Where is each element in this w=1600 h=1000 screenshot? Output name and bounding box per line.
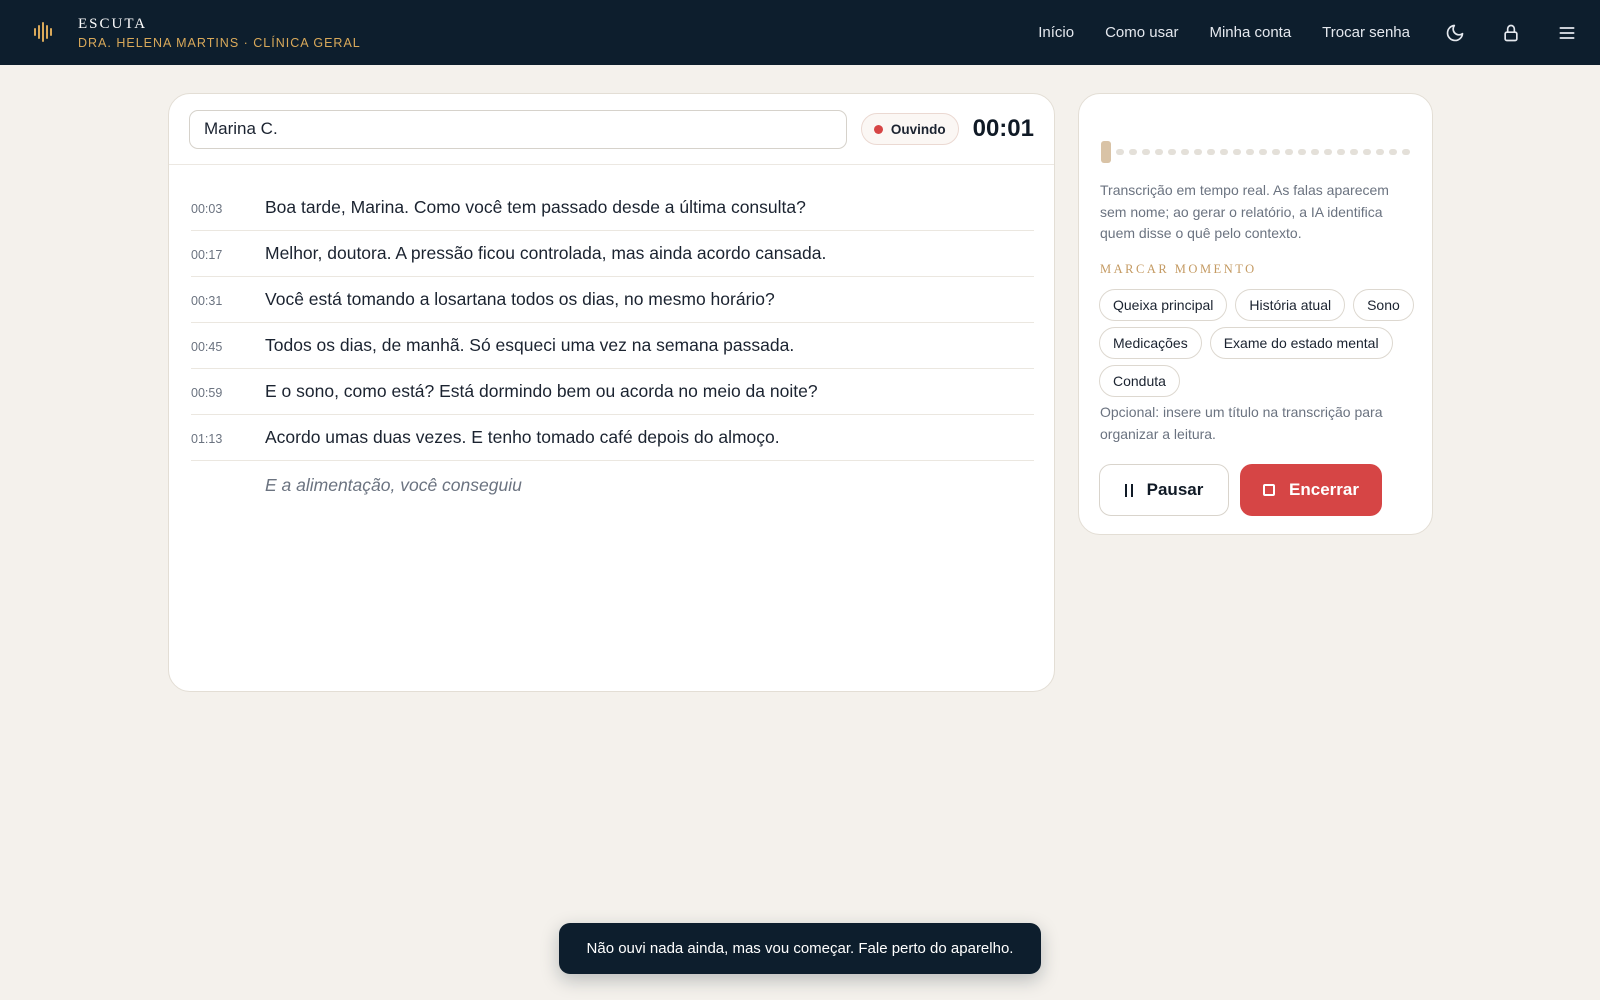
transcript-line: 00:45 Todos os dias, de manhã. Só esquec… <box>191 323 1034 369</box>
session-actions: Pausar Encerrar <box>1099 464 1382 516</box>
line-timestamp: 01:13 <box>191 432 223 446</box>
transcript-card: Ouvindo 00:01 00:03 Boa tarde, Marina. C… <box>168 93 1055 692</box>
line-timestamp: 00:45 <box>191 340 223 354</box>
status-label: Ouvindo <box>890 121 946 137</box>
line-timestamp-empty <box>191 484 265 487</box>
help-text: Transcrição em tempo real. As falas apar… <box>1100 182 1389 241</box>
stop-label: Encerrar <box>1289 480 1359 499</box>
line-text: Todos os dias, de manhã. Só esqueci uma … <box>265 335 795 355</box>
line-timestamp: 00:31 <box>191 294 223 308</box>
transcript-partial-line: E a alimentação, você conseguiu <box>191 461 1034 509</box>
level-dot <box>1116 149 1124 155</box>
level-dot <box>1298 149 1306 155</box>
toast-message: Não ouvi nada ainda, mas vou começar. Fa… <box>586 940 1014 957</box>
level-dot <box>1350 149 1358 155</box>
level-dot <box>1324 149 1332 155</box>
transcript-line: 00:17 Melhor, doutora. A pressão ficou c… <box>191 231 1034 277</box>
tag-exame-estado-mental[interactable]: Exame do estado mental <box>1209 327 1393 359</box>
level-dot <box>1142 149 1150 155</box>
audio-level-meter <box>1101 141 1410 163</box>
level-dot <box>1233 149 1241 155</box>
line-timestamp: 00:17 <box>191 248 223 262</box>
level-dot <box>1194 149 1202 155</box>
partial-text: E a alimentação, você conseguiu <box>265 474 522 495</box>
doctor-subtitle: DRA. HELENA MARTINS · CLÍNICA GERAL <box>78 36 361 50</box>
moon-icon[interactable] <box>1444 22 1466 44</box>
brand: ESCUTA DRA. HELENA MARTINS · CLÍNICA GER… <box>78 16 361 50</box>
tag-medicacoes[interactable]: Medicações <box>1099 327 1202 359</box>
top-bar: ESCUTA DRA. HELENA MARTINS · CLÍNICA GER… <box>0 0 1600 65</box>
sound-wave-logo-icon <box>34 22 54 42</box>
level-dot <box>1311 149 1319 155</box>
moment-tags: Queixa principal História atual Sono Med… <box>1099 289 1419 397</box>
level-dot <box>1155 149 1163 155</box>
tag-sono[interactable]: Sono <box>1353 289 1414 321</box>
level-dot <box>1272 149 1280 155</box>
transcript-line: 00:31 Você está tomando a losartana todo… <box>191 277 1034 323</box>
header-actions <box>1444 0 1578 65</box>
toast-notification: Não ouvi nada ainda, mas vou começar. Fa… <box>559 923 1041 974</box>
stop-icon <box>1263 484 1276 496</box>
line-timestamp: 00:03 <box>191 202 223 216</box>
level-dot <box>1181 149 1189 155</box>
nav-item-inicio[interactable]: Início <box>1038 24 1074 41</box>
session-header: Ouvindo 00:01 <box>169 94 1054 165</box>
main-nav: Início Como usar Minha conta Trocar senh… <box>1038 0 1410 65</box>
line-text: E o sono, como está? Está dormindo bem o… <box>265 381 818 401</box>
line-timestamp: 00:59 <box>191 386 223 400</box>
transcript-line: 00:03 Boa tarde, Marina. Como você tem p… <box>191 185 1034 231</box>
level-dot <box>1207 149 1215 155</box>
controls-card: Transcrição em tempo real. As falas apar… <box>1078 93 1433 535</box>
level-dot <box>1389 149 1397 155</box>
mark-moment-title: MARCAR MOMENTO <box>1100 262 1257 276</box>
pause-label: Pausar <box>1146 480 1204 499</box>
level-dot <box>1129 149 1137 155</box>
recording-dot-icon <box>873 124 883 134</box>
nav-item-trocar-senha[interactable]: Trocar senha <box>1322 24 1410 41</box>
level-bar <box>1101 141 1111 163</box>
pause-button[interactable]: Pausar <box>1099 464 1229 516</box>
level-dot <box>1220 149 1228 155</box>
level-dot <box>1246 149 1254 155</box>
stop-button[interactable]: Encerrar <box>1240 464 1382 516</box>
level-dot <box>1168 149 1176 155</box>
menu-icon[interactable] <box>1556 22 1578 44</box>
line-text: Melhor, doutora. A pressão ficou control… <box>265 243 827 263</box>
optional-hint: Opcional: insere um título na transcriçã… <box>1100 404 1383 442</box>
level-dot <box>1285 149 1293 155</box>
transcript-line: 00:59 E o sono, como está? Está dormindo… <box>191 369 1034 415</box>
level-dot <box>1402 149 1410 155</box>
level-dot <box>1363 149 1371 155</box>
tag-queixa-principal[interactable]: Queixa principal <box>1099 289 1228 321</box>
pause-icon <box>1124 483 1133 497</box>
line-text: Boa tarde, Marina. Como você tem passado… <box>265 197 806 217</box>
lock-icon[interactable] <box>1500 22 1522 44</box>
session-timer: 00:01 <box>972 115 1034 142</box>
patient-name-input[interactable] <box>189 109 847 149</box>
status-badge: Ouvindo <box>860 113 959 145</box>
app-title: ESCUTA <box>78 16 148 32</box>
nav-item-como-usar[interactable]: Como usar <box>1105 24 1178 41</box>
line-text: Acordo umas duas vezes. E tenho tomado c… <box>265 427 780 447</box>
transcript-line: 01:13 Acordo umas duas vezes. E tenho to… <box>191 415 1034 461</box>
level-dot <box>1259 149 1267 155</box>
tag-conduta[interactable]: Conduta <box>1099 365 1180 397</box>
level-dot <box>1337 149 1345 155</box>
line-text: Você está tomando a losartana todos os d… <box>265 289 775 309</box>
nav-item-minha-conta[interactable]: Minha conta <box>1209 24 1291 41</box>
tag-historia-atual[interactable]: História atual <box>1235 289 1346 321</box>
level-dot <box>1376 149 1384 155</box>
transcript-list: 00:03 Boa tarde, Marina. Como você tem p… <box>169 165 1054 509</box>
